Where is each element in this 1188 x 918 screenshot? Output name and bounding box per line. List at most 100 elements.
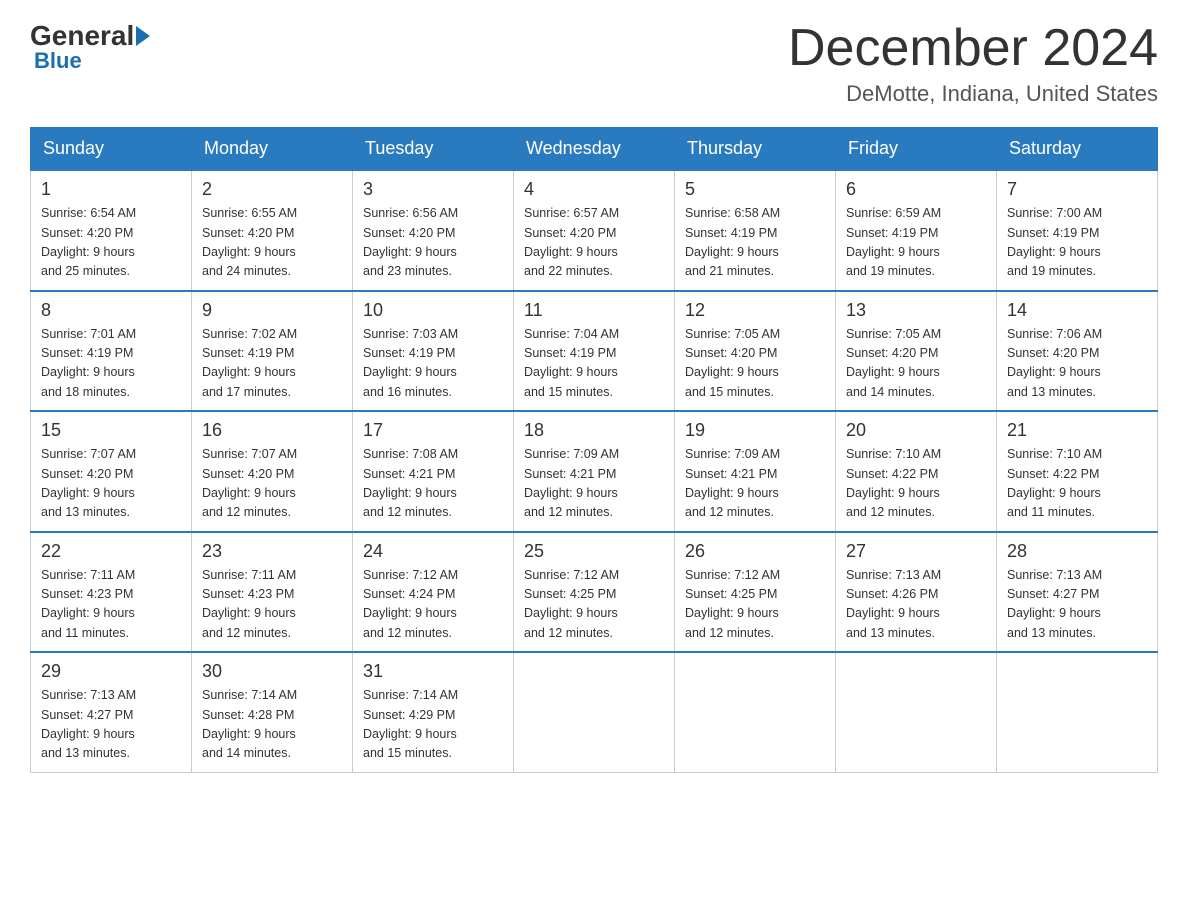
- calendar-day-cell: 14 Sunrise: 7:06 AMSunset: 4:20 PMDayligh…: [997, 291, 1158, 412]
- calendar-header-tuesday: Tuesday: [353, 128, 514, 171]
- day-number: 11: [524, 300, 664, 321]
- day-number: 16: [202, 420, 342, 441]
- day-number: 22: [41, 541, 181, 562]
- logo-arrow-icon: [136, 26, 150, 46]
- day-info: Sunrise: 7:11 AMSunset: 4:23 PMDaylight:…: [202, 566, 342, 644]
- calendar-header-friday: Friday: [836, 128, 997, 171]
- day-info: Sunrise: 7:02 AMSunset: 4:19 PMDaylight:…: [202, 325, 342, 403]
- calendar-day-cell: 21 Sunrise: 7:10 AMSunset: 4:22 PMDayligh…: [997, 411, 1158, 532]
- calendar-header-sunday: Sunday: [31, 128, 192, 171]
- day-number: 10: [363, 300, 503, 321]
- day-info: Sunrise: 7:10 AMSunset: 4:22 PMDaylight:…: [846, 445, 986, 523]
- calendar-table: SundayMondayTuesdayWednesdayThursdayFrid…: [30, 127, 1158, 773]
- calendar-day-cell: 1 Sunrise: 6:54 AMSunset: 4:20 PMDaylight…: [31, 170, 192, 291]
- day-number: 9: [202, 300, 342, 321]
- day-number: 14: [1007, 300, 1147, 321]
- calendar-day-cell: 15Sunrise: 7:07 AMSunset: 4:20 PMDayligh…: [31, 411, 192, 532]
- day-number: 21: [1007, 420, 1147, 441]
- day-info: Sunrise: 7:01 AMSunset: 4:19 PMDaylight:…: [41, 325, 181, 403]
- page-header: General Blue December 2024 DeMotte, Indi…: [30, 20, 1158, 107]
- day-info: Sunrise: 7:00 AMSunset: 4:19 PMDaylight:…: [1007, 204, 1147, 282]
- day-number: 26: [685, 541, 825, 562]
- day-number: 19: [685, 420, 825, 441]
- calendar-week-row: 29Sunrise: 7:13 AMSunset: 4:27 PMDayligh…: [31, 652, 1158, 772]
- calendar-week-row: 15Sunrise: 7:07 AMSunset: 4:20 PMDayligh…: [31, 411, 1158, 532]
- calendar-day-cell: 13Sunrise: 7:05 AMSunset: 4:20 PMDayligh…: [836, 291, 997, 412]
- day-number: 8: [41, 300, 181, 321]
- day-info: Sunrise: 6:58 AMSunset: 4:19 PMDaylight:…: [685, 204, 825, 282]
- logo: General Blue: [30, 20, 152, 74]
- calendar-empty-cell: [675, 652, 836, 772]
- calendar-day-cell: 16 Sunrise: 7:07 AMSunset: 4:20 PMDayligh…: [192, 411, 353, 532]
- day-number: 27: [846, 541, 986, 562]
- day-number: 5: [685, 179, 825, 200]
- calendar-empty-cell: [997, 652, 1158, 772]
- calendar-header-monday: Monday: [192, 128, 353, 171]
- calendar-day-cell: 8 Sunrise: 7:01 AMSunset: 4:19 PMDaylight…: [31, 291, 192, 412]
- calendar-day-cell: 29Sunrise: 7:13 AMSunset: 4:27 PMDayligh…: [31, 652, 192, 772]
- day-number: 12: [685, 300, 825, 321]
- day-number: 3: [363, 179, 503, 200]
- calendar-day-cell: 2 Sunrise: 6:55 AMSunset: 4:20 PMDaylight…: [192, 170, 353, 291]
- calendar-day-cell: 5 Sunrise: 6:58 AMSunset: 4:19 PMDaylight…: [675, 170, 836, 291]
- calendar-day-cell: 31Sunrise: 7:14 AMSunset: 4:29 PMDayligh…: [353, 652, 514, 772]
- calendar-empty-cell: [514, 652, 675, 772]
- day-info: Sunrise: 7:13 AMSunset: 4:26 PMDaylight:…: [846, 566, 986, 644]
- day-info: Sunrise: 7:13 AMSunset: 4:27 PMDaylight:…: [1007, 566, 1147, 644]
- day-info: Sunrise: 7:06 AMSunset: 4:20 PMDaylight:…: [1007, 325, 1147, 403]
- day-number: 7: [1007, 179, 1147, 200]
- calendar-day-cell: 20 Sunrise: 7:10 AMSunset: 4:22 PMDayligh…: [836, 411, 997, 532]
- month-title: December 2024: [788, 20, 1158, 77]
- calendar-header-thursday: Thursday: [675, 128, 836, 171]
- day-number: 17: [363, 420, 503, 441]
- calendar-header-row: SundayMondayTuesdayWednesdayThursdayFrid…: [31, 128, 1158, 171]
- day-number: 25: [524, 541, 664, 562]
- day-number: 18: [524, 420, 664, 441]
- day-info: Sunrise: 7:14 AMSunset: 4:28 PMDaylight:…: [202, 686, 342, 764]
- calendar-header-wednesday: Wednesday: [514, 128, 675, 171]
- day-number: 1: [41, 179, 181, 200]
- day-number: 24: [363, 541, 503, 562]
- day-info: Sunrise: 7:12 AMSunset: 4:25 PMDaylight:…: [524, 566, 664, 644]
- calendar-day-cell: 24 Sunrise: 7:12 AMSunset: 4:24 PMDayligh…: [353, 532, 514, 653]
- calendar-day-cell: 19 Sunrise: 7:09 AMSunset: 4:21 PMDayligh…: [675, 411, 836, 532]
- day-info: Sunrise: 7:03 AMSunset: 4:19 PMDaylight:…: [363, 325, 503, 403]
- day-number: 28: [1007, 541, 1147, 562]
- day-info: Sunrise: 6:59 AMSunset: 4:19 PMDaylight:…: [846, 204, 986, 282]
- day-info: Sunrise: 7:10 AMSunset: 4:22 PMDaylight:…: [1007, 445, 1147, 523]
- day-info: Sunrise: 7:12 AMSunset: 4:24 PMDaylight:…: [363, 566, 503, 644]
- day-info: Sunrise: 6:54 AMSunset: 4:20 PMDaylight:…: [41, 204, 181, 282]
- calendar-day-cell: 12 Sunrise: 7:05 AMSunset: 4:20 PMDayligh…: [675, 291, 836, 412]
- calendar-week-row: 8 Sunrise: 7:01 AMSunset: 4:19 PMDaylight…: [31, 291, 1158, 412]
- day-number: 30: [202, 661, 342, 682]
- calendar-day-cell: 22 Sunrise: 7:11 AMSunset: 4:23 PMDayligh…: [31, 532, 192, 653]
- calendar-day-cell: 6 Sunrise: 6:59 AMSunset: 4:19 PMDaylight…: [836, 170, 997, 291]
- day-info: Sunrise: 6:55 AMSunset: 4:20 PMDaylight:…: [202, 204, 342, 282]
- day-info: Sunrise: 7:08 AMSunset: 4:21 PMDaylight:…: [363, 445, 503, 523]
- day-number: 6: [846, 179, 986, 200]
- calendar-day-cell: 18 Sunrise: 7:09 AMSunset: 4:21 PMDayligh…: [514, 411, 675, 532]
- day-info: Sunrise: 7:09 AMSunset: 4:21 PMDaylight:…: [685, 445, 825, 523]
- title-section: December 2024 DeMotte, Indiana, United S…: [788, 20, 1158, 107]
- day-info: Sunrise: 7:09 AMSunset: 4:21 PMDaylight:…: [524, 445, 664, 523]
- day-number: 2: [202, 179, 342, 200]
- calendar-day-cell: 23Sunrise: 7:11 AMSunset: 4:23 PMDayligh…: [192, 532, 353, 653]
- calendar-day-cell: 28 Sunrise: 7:13 AMSunset: 4:27 PMDayligh…: [997, 532, 1158, 653]
- day-number: 4: [524, 179, 664, 200]
- day-info: Sunrise: 7:07 AMSunset: 4:20 PMDaylight:…: [202, 445, 342, 523]
- calendar-day-cell: 9 Sunrise: 7:02 AMSunset: 4:19 PMDaylight…: [192, 291, 353, 412]
- day-info: Sunrise: 7:05 AMSunset: 4:20 PMDaylight:…: [685, 325, 825, 403]
- day-info: Sunrise: 7:12 AMSunset: 4:25 PMDaylight:…: [685, 566, 825, 644]
- calendar-day-cell: 27 Sunrise: 7:13 AMSunset: 4:26 PMDayligh…: [836, 532, 997, 653]
- day-info: Sunrise: 7:07 AMSunset: 4:20 PMDaylight:…: [41, 445, 181, 523]
- day-info: Sunrise: 7:05 AMSunset: 4:20 PMDaylight:…: [846, 325, 986, 403]
- logo-subtitle: Blue: [34, 48, 152, 74]
- day-number: 31: [363, 661, 503, 682]
- day-info: Sunrise: 6:57 AMSunset: 4:20 PMDaylight:…: [524, 204, 664, 282]
- calendar-day-cell: 17 Sunrise: 7:08 AMSunset: 4:21 PMDayligh…: [353, 411, 514, 532]
- day-info: Sunrise: 7:04 AMSunset: 4:19 PMDaylight:…: [524, 325, 664, 403]
- day-info: Sunrise: 7:11 AMSunset: 4:23 PMDaylight:…: [41, 566, 181, 644]
- day-number: 20: [846, 420, 986, 441]
- calendar-day-cell: 11 Sunrise: 7:04 AMSunset: 4:19 PMDayligh…: [514, 291, 675, 412]
- calendar-header-saturday: Saturday: [997, 128, 1158, 171]
